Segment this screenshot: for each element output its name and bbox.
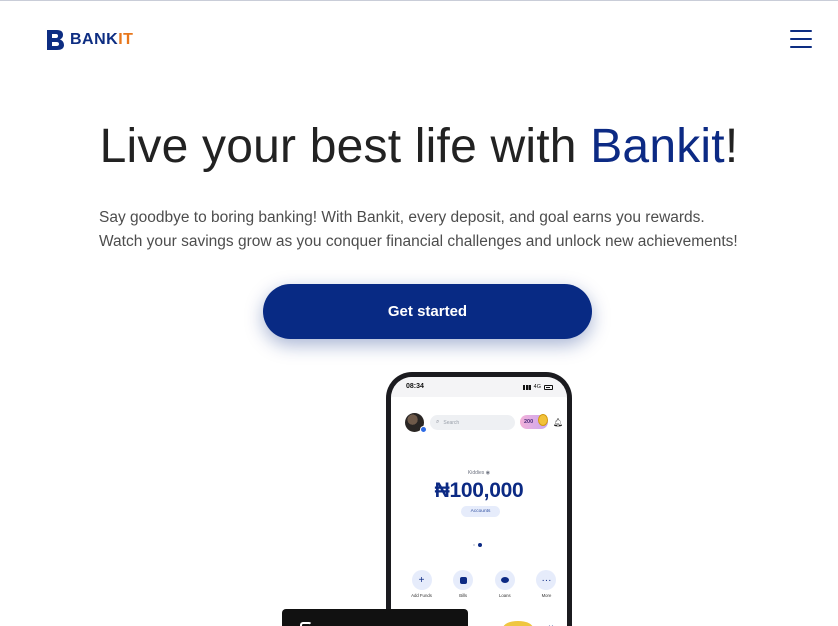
points-value: 200 bbox=[524, 419, 534, 425]
phone-status-bar: 08:34 4G bbox=[391, 377, 567, 397]
landing-page: BANKIT Live your best life with Bankit! … bbox=[0, 0, 838, 626]
bills-button[interactable]: Bills bbox=[450, 570, 477, 598]
hero-title-brand: Bankit bbox=[590, 120, 725, 173]
battery-icon bbox=[544, 384, 553, 390]
account-name-text: Kiddies bbox=[467, 470, 485, 476]
points-badge[interactable]: 200 bbox=[520, 414, 548, 429]
search-placeholder: Search bbox=[443, 419, 460, 426]
hero-subtitle-line1: Say goodbye to boring banking! With Bank… bbox=[99, 209, 705, 226]
hero-subtitle: Say goodbye to boring banking! With Bank… bbox=[99, 206, 779, 254]
accounts-button[interactable]: Accounts bbox=[461, 506, 500, 517]
loans-icon-shape bbox=[500, 577, 509, 583]
phone-screen: 08:34 4G ⌕ Search 200 🔔︎ Kiddies ◉ ₦100,… bbox=[391, 377, 567, 626]
bills-icon bbox=[453, 570, 474, 590]
bankit-mini-logo-icon bbox=[300, 622, 312, 626]
phone-search-input[interactable]: ⌕ Search bbox=[430, 415, 515, 430]
plus-icon: + bbox=[411, 570, 432, 590]
carousel-dots bbox=[473, 543, 482, 547]
bell-icon[interactable]: 🔔︎ bbox=[553, 418, 563, 427]
action-label: Add Funds bbox=[411, 593, 432, 598]
hero-title-start: Live your best life with bbox=[99, 120, 591, 173]
eye-icon[interactable]: ◉ bbox=[486, 470, 490, 476]
bills-icon-shape bbox=[459, 576, 467, 584]
coin-icon bbox=[538, 414, 548, 426]
promo-coins-image bbox=[503, 621, 533, 626]
account-name: Kiddies ◉ bbox=[391, 470, 567, 476]
more-icon: ··· bbox=[536, 570, 557, 590]
hero-title: Live your best life with Bankit! bbox=[0, 119, 838, 174]
account-balance: ₦100,000 bbox=[434, 479, 524, 502]
get-started-button[interactable]: Get started bbox=[263, 284, 592, 339]
quick-actions: + Add Funds Bills Loans ··· More bbox=[408, 570, 560, 598]
carousel-dot[interactable] bbox=[473, 544, 475, 546]
search-icon: ⌕ bbox=[436, 419, 440, 425]
add-funds-button[interactable]: + Add Funds bbox=[408, 570, 435, 598]
logo-text-accent: IT bbox=[118, 31, 134, 48]
hero-subtitle-line2: Watch your savings grow as you conquer f… bbox=[99, 233, 738, 250]
action-label: More bbox=[541, 593, 552, 598]
avatar-badge bbox=[420, 426, 427, 433]
signal-icon bbox=[522, 384, 531, 390]
loans-icon bbox=[494, 570, 515, 590]
menu-bar bbox=[790, 38, 812, 40]
action-label: Bills bbox=[459, 593, 468, 598]
carousel-dot-active[interactable] bbox=[478, 543, 482, 547]
menu-bar bbox=[790, 46, 812, 48]
action-label: Loans bbox=[498, 593, 511, 598]
bankit-logo-text: BANKIT bbox=[70, 31, 133, 49]
network-label: 4G bbox=[533, 384, 541, 390]
status-time: 08:34 bbox=[406, 383, 424, 390]
hero-title-end: ! bbox=[724, 120, 739, 173]
bankit-logo[interactable]: BANKIT bbox=[44, 28, 133, 52]
logo-text-main: BANK bbox=[70, 31, 119, 48]
hamburger-menu-icon[interactable] bbox=[790, 30, 812, 48]
bankit-logo-icon bbox=[47, 30, 64, 50]
phone-mockup: 08:34 4G ⌕ Search 200 🔔︎ Kiddies ◉ ₦100,… bbox=[386, 372, 572, 626]
dark-card bbox=[282, 609, 468, 626]
menu-bar bbox=[790, 30, 812, 32]
more-button[interactable]: ··· More bbox=[533, 570, 560, 598]
status-icons: 4G bbox=[522, 384, 553, 390]
loans-button[interactable]: Loans bbox=[491, 570, 518, 598]
